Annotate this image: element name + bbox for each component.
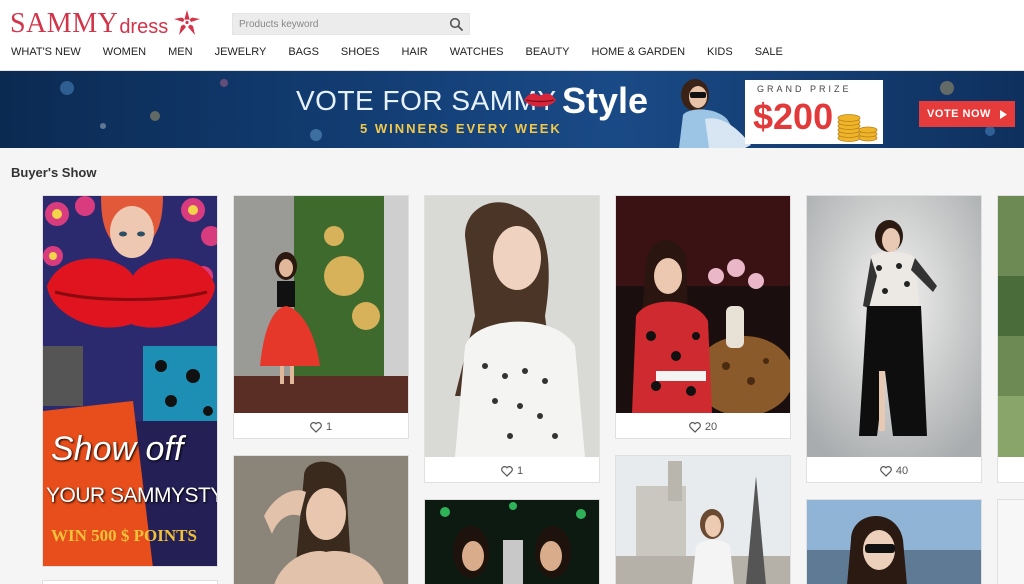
- lips-icon: [524, 93, 556, 107]
- triangle-right-icon: [999, 109, 1007, 119]
- buyers-show-title: Buyer's Show: [11, 165, 97, 180]
- heart-icon[interactable]: [880, 465, 892, 477]
- buyer-show-card[interactable]: [424, 499, 600, 584]
- banner-bokeh: [150, 111, 160, 121]
- likes-count: 40: [895, 465, 909, 477]
- grand-prize-card: GRAND PRIZE $200: [745, 80, 883, 144]
- nav-item-kids[interactable]: KIDS: [707, 45, 733, 59]
- vote-now-button[interactable]: VOTE NOW: [919, 101, 1015, 127]
- buyer-show-card[interactable]: [997, 499, 1024, 584]
- buyer-show-card[interactable]: [806, 499, 982, 584]
- prize-label: GRAND PRIZE: [757, 84, 852, 94]
- buyer-photo: [425, 500, 599, 584]
- buyer-photo: [425, 196, 599, 457]
- nav-item-watches[interactable]: WATCHES: [450, 45, 504, 59]
- search-box: [232, 13, 470, 35]
- buyer-show-card[interactable]: 1: [233, 195, 409, 439]
- site-header: SAMMY dress WHAT'S NEW WOMEN MEN JEWELRY…: [0, 0, 1024, 71]
- nav-item-home-garden[interactable]: HOME & GARDEN: [592, 45, 686, 59]
- buyer-photo: [998, 196, 1024, 457]
- nav-item-jewelry[interactable]: JEWELRY: [215, 45, 267, 59]
- likes-count: 1: [516, 465, 524, 477]
- promo-line-2: YOUR SAMMYSTYLE: [46, 484, 217, 507]
- nav-item-whats-new[interactable]: WHAT'S NEW: [11, 45, 81, 59]
- banner-title: VOTE FOR SAMMY: [296, 85, 557, 116]
- flower-icon: [174, 10, 201, 35]
- likes-bar[interactable]: 1: [234, 414, 408, 440]
- banner-style-text: Style: [562, 80, 649, 121]
- heart-icon[interactable]: [501, 465, 513, 477]
- likes-bar[interactable]: 40: [807, 458, 981, 484]
- buyer-show-card[interactable]: [42, 580, 218, 584]
- buyer-show-card[interactable]: [615, 455, 791, 584]
- buyer-show-card[interactable]: 20: [615, 195, 791, 439]
- buyer-show-card[interactable]: 40: [806, 195, 982, 483]
- buyer-photo: [616, 456, 790, 584]
- nav-item-shoes[interactable]: SHOES: [341, 45, 380, 59]
- banner-bokeh: [100, 123, 106, 129]
- nav-item-sale[interactable]: SALE: [755, 45, 783, 59]
- coins-icon: [837, 114, 878, 142]
- banner-bokeh: [310, 129, 322, 141]
- likes-bar[interactable]: 1: [425, 458, 599, 484]
- vote-now-label: VOTE NOW: [927, 108, 991, 120]
- heart-icon[interactable]: [689, 421, 701, 433]
- buyer-photo: [807, 500, 981, 584]
- promo-image: [43, 196, 217, 566]
- logo-subtext: dress: [119, 16, 169, 38]
- likes-bar[interactable]: 20: [616, 414, 790, 440]
- likes-count: 20: [704, 421, 718, 433]
- vote-banner[interactable]: VOTE FOR SAMMY Style 5 WINNERS EVERY WEE…: [0, 71, 1024, 148]
- buyer-photo: [998, 500, 1024, 584]
- sammydress-logo[interactable]: SAMMY dress: [10, 8, 202, 38]
- promo-line-1: Show off: [51, 430, 184, 468]
- main-nav: WHAT'S NEW WOMEN MEN JEWELRY BAGS SHOES …: [0, 45, 783, 59]
- banner-model-photo: [679, 79, 751, 148]
- buyer-photo: [807, 196, 981, 457]
- nav-item-men[interactable]: MEN: [168, 45, 192, 59]
- banner-bokeh: [940, 81, 954, 95]
- banner-bokeh: [60, 81, 74, 95]
- buyer-photo: [616, 196, 790, 413]
- buyer-photo: [234, 456, 408, 584]
- promo-card[interactable]: Show off YOUR SAMMYSTYLE WIN 500 $ POINT…: [42, 195, 218, 567]
- nav-item-bags[interactable]: BAGS: [288, 45, 319, 59]
- banner-subtitle: 5 WINNERS EVERY WEEK: [360, 121, 562, 136]
- buyer-show-card[interactable]: [997, 195, 1024, 483]
- search-input[interactable]: [233, 14, 438, 35]
- nav-item-women[interactable]: WOMEN: [103, 45, 146, 59]
- likes-count: 1: [325, 421, 333, 433]
- buyer-show-card[interactable]: 1: [424, 195, 600, 483]
- nav-item-beauty[interactable]: BEAUTY: [526, 45, 570, 59]
- buyer-photo: [234, 196, 408, 413]
- search-icon[interactable]: [449, 17, 463, 31]
- banner-bokeh: [220, 79, 228, 87]
- buyer-show-card[interactable]: [233, 455, 409, 584]
- prize-amount: $200: [753, 96, 834, 137]
- banner-bokeh: [985, 126, 995, 136]
- promo-line-3: WIN 500 $ POINTS: [51, 526, 197, 545]
- nav-item-hair[interactable]: HAIR: [401, 45, 427, 59]
- heart-icon[interactable]: [310, 421, 322, 433]
- logo-text: SAMMY: [10, 8, 119, 39]
